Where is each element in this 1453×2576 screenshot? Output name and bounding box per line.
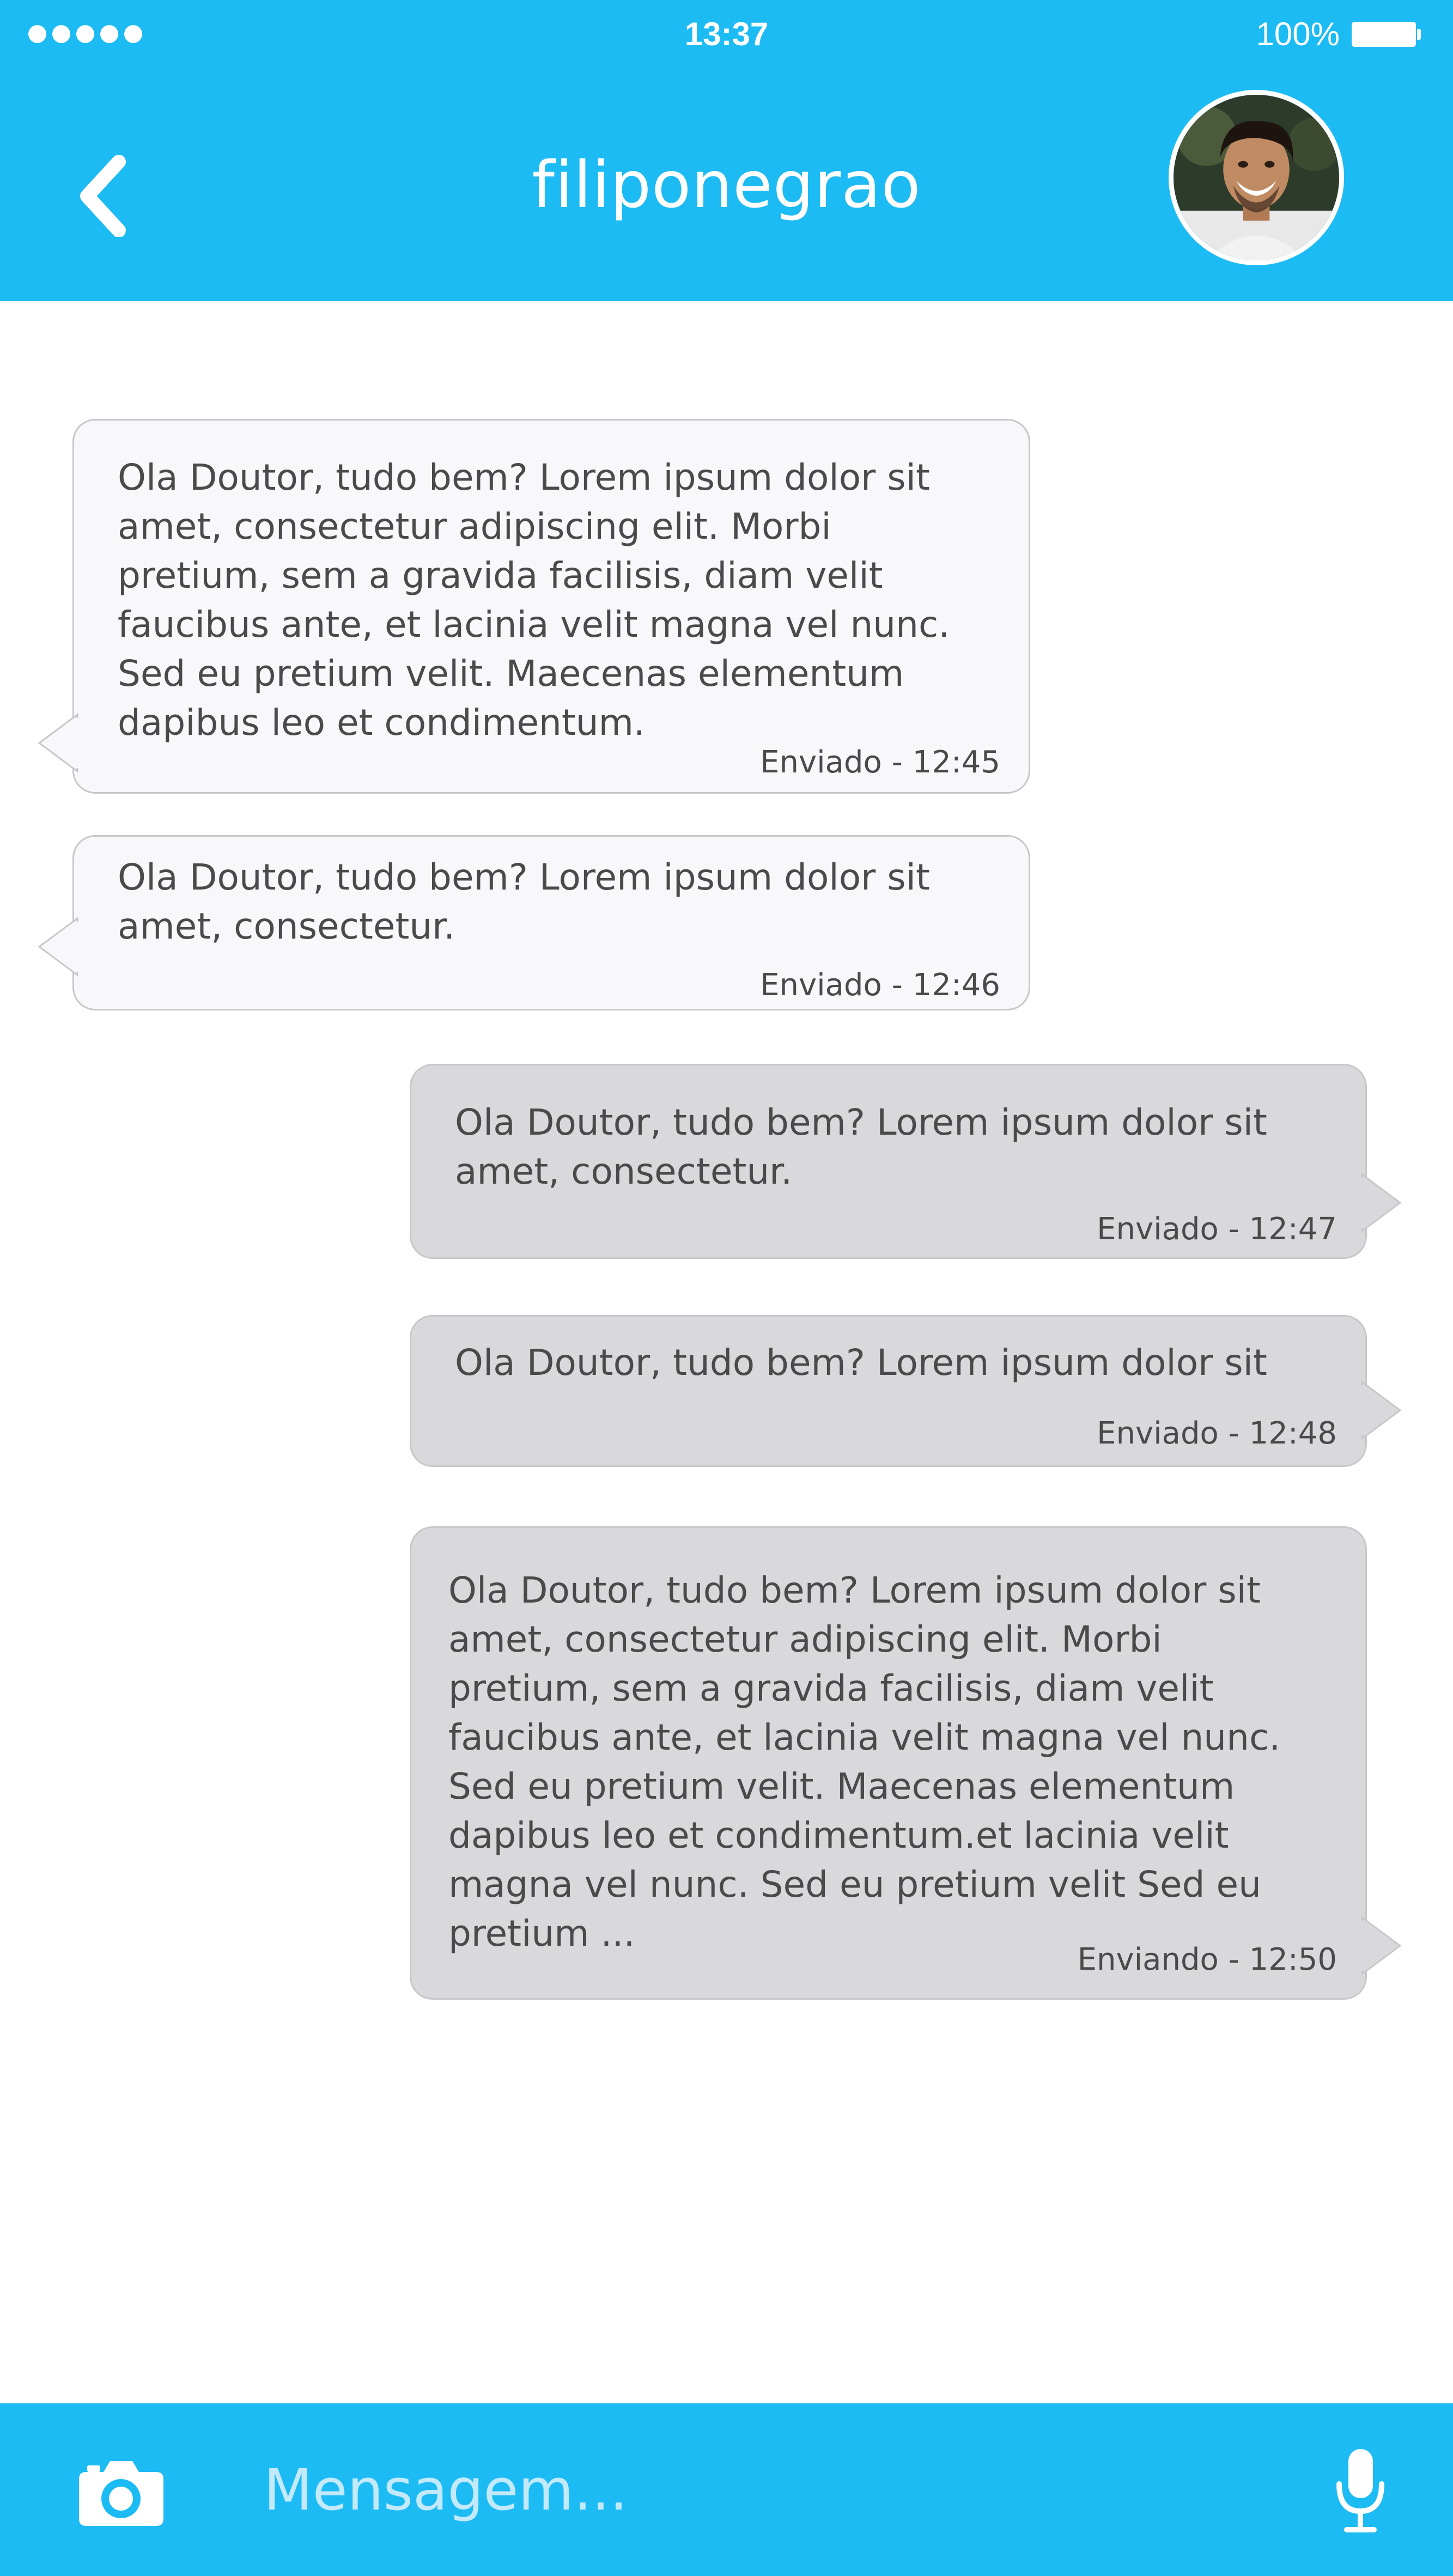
bubble-tail [38,713,80,773]
bubble-tail [1360,1380,1402,1440]
battery-percentage: 100% [1256,16,1340,52]
avatar[interactable] [1169,90,1344,265]
message-bubble-incoming[interactable]: Ola Doutor, tudo bem? Lorem ipsum dolor … [38,419,1030,794]
message-input[interactable] [263,2446,1273,2534]
camera-button[interactable] [76,2458,166,2529]
camera-icon [79,2461,163,2526]
message-bubble-incoming[interactable]: Ola Doutor, tudo bem? Lorem ipsum dolor … [38,835,1030,1010]
message-bubble-outgoing[interactable]: Ola Doutor, tudo bem? Lorem ipsum dolor … [410,1064,1402,1259]
message-status: Enviado - 12:48 [1097,1416,1337,1451]
microphone-button[interactable] [1335,2447,1387,2534]
top-bar: 13:37 100% filiponegrao [0,0,1453,301]
message-text: Ola Doutor, tudo bem? Lorem ipsum dolor … [118,856,930,947]
message-bubble-outgoing[interactable]: Ola Doutor, tudo bem? Lorem ipsum dolor … [410,1315,1402,1467]
bubble-tail [1360,1916,1402,1976]
message-bubble-outgoing[interactable]: Ola Doutor, tudo bem? Lorem ipsum dolor … [410,1526,1402,2000]
battery-status: 100% [1256,15,1421,53]
microphone-icon [1336,2449,1384,2532]
contact-avatar-photo [1174,95,1339,260]
message-status: Enviado - 12:47 [1097,1211,1337,1247]
message-text: Ola Doutor, tudo bem? Lorem ipsum dolor … [118,456,950,744]
message-status: Enviando - 12:50 [1077,1942,1337,1977]
message-text: Ola Doutor, tudo bem? Lorem ipsum dolor … [448,1569,1281,1954]
bubble-tail [38,917,80,977]
status-time: 13:37 [684,16,769,52]
message-status: Enviado - 12:46 [760,967,1000,1003]
battery-icon [1352,21,1421,47]
message-text: Ola Doutor, tudo bem? Lorem ipsum dolor … [455,1342,1267,1384]
message-status: Enviado - 12:45 [760,745,1000,780]
message-text: Ola Doutor, tudo bem? Lorem ipsum dolor … [455,1101,1267,1192]
composer-bar [0,2403,1453,2576]
bubble-tail [1360,1173,1402,1233]
